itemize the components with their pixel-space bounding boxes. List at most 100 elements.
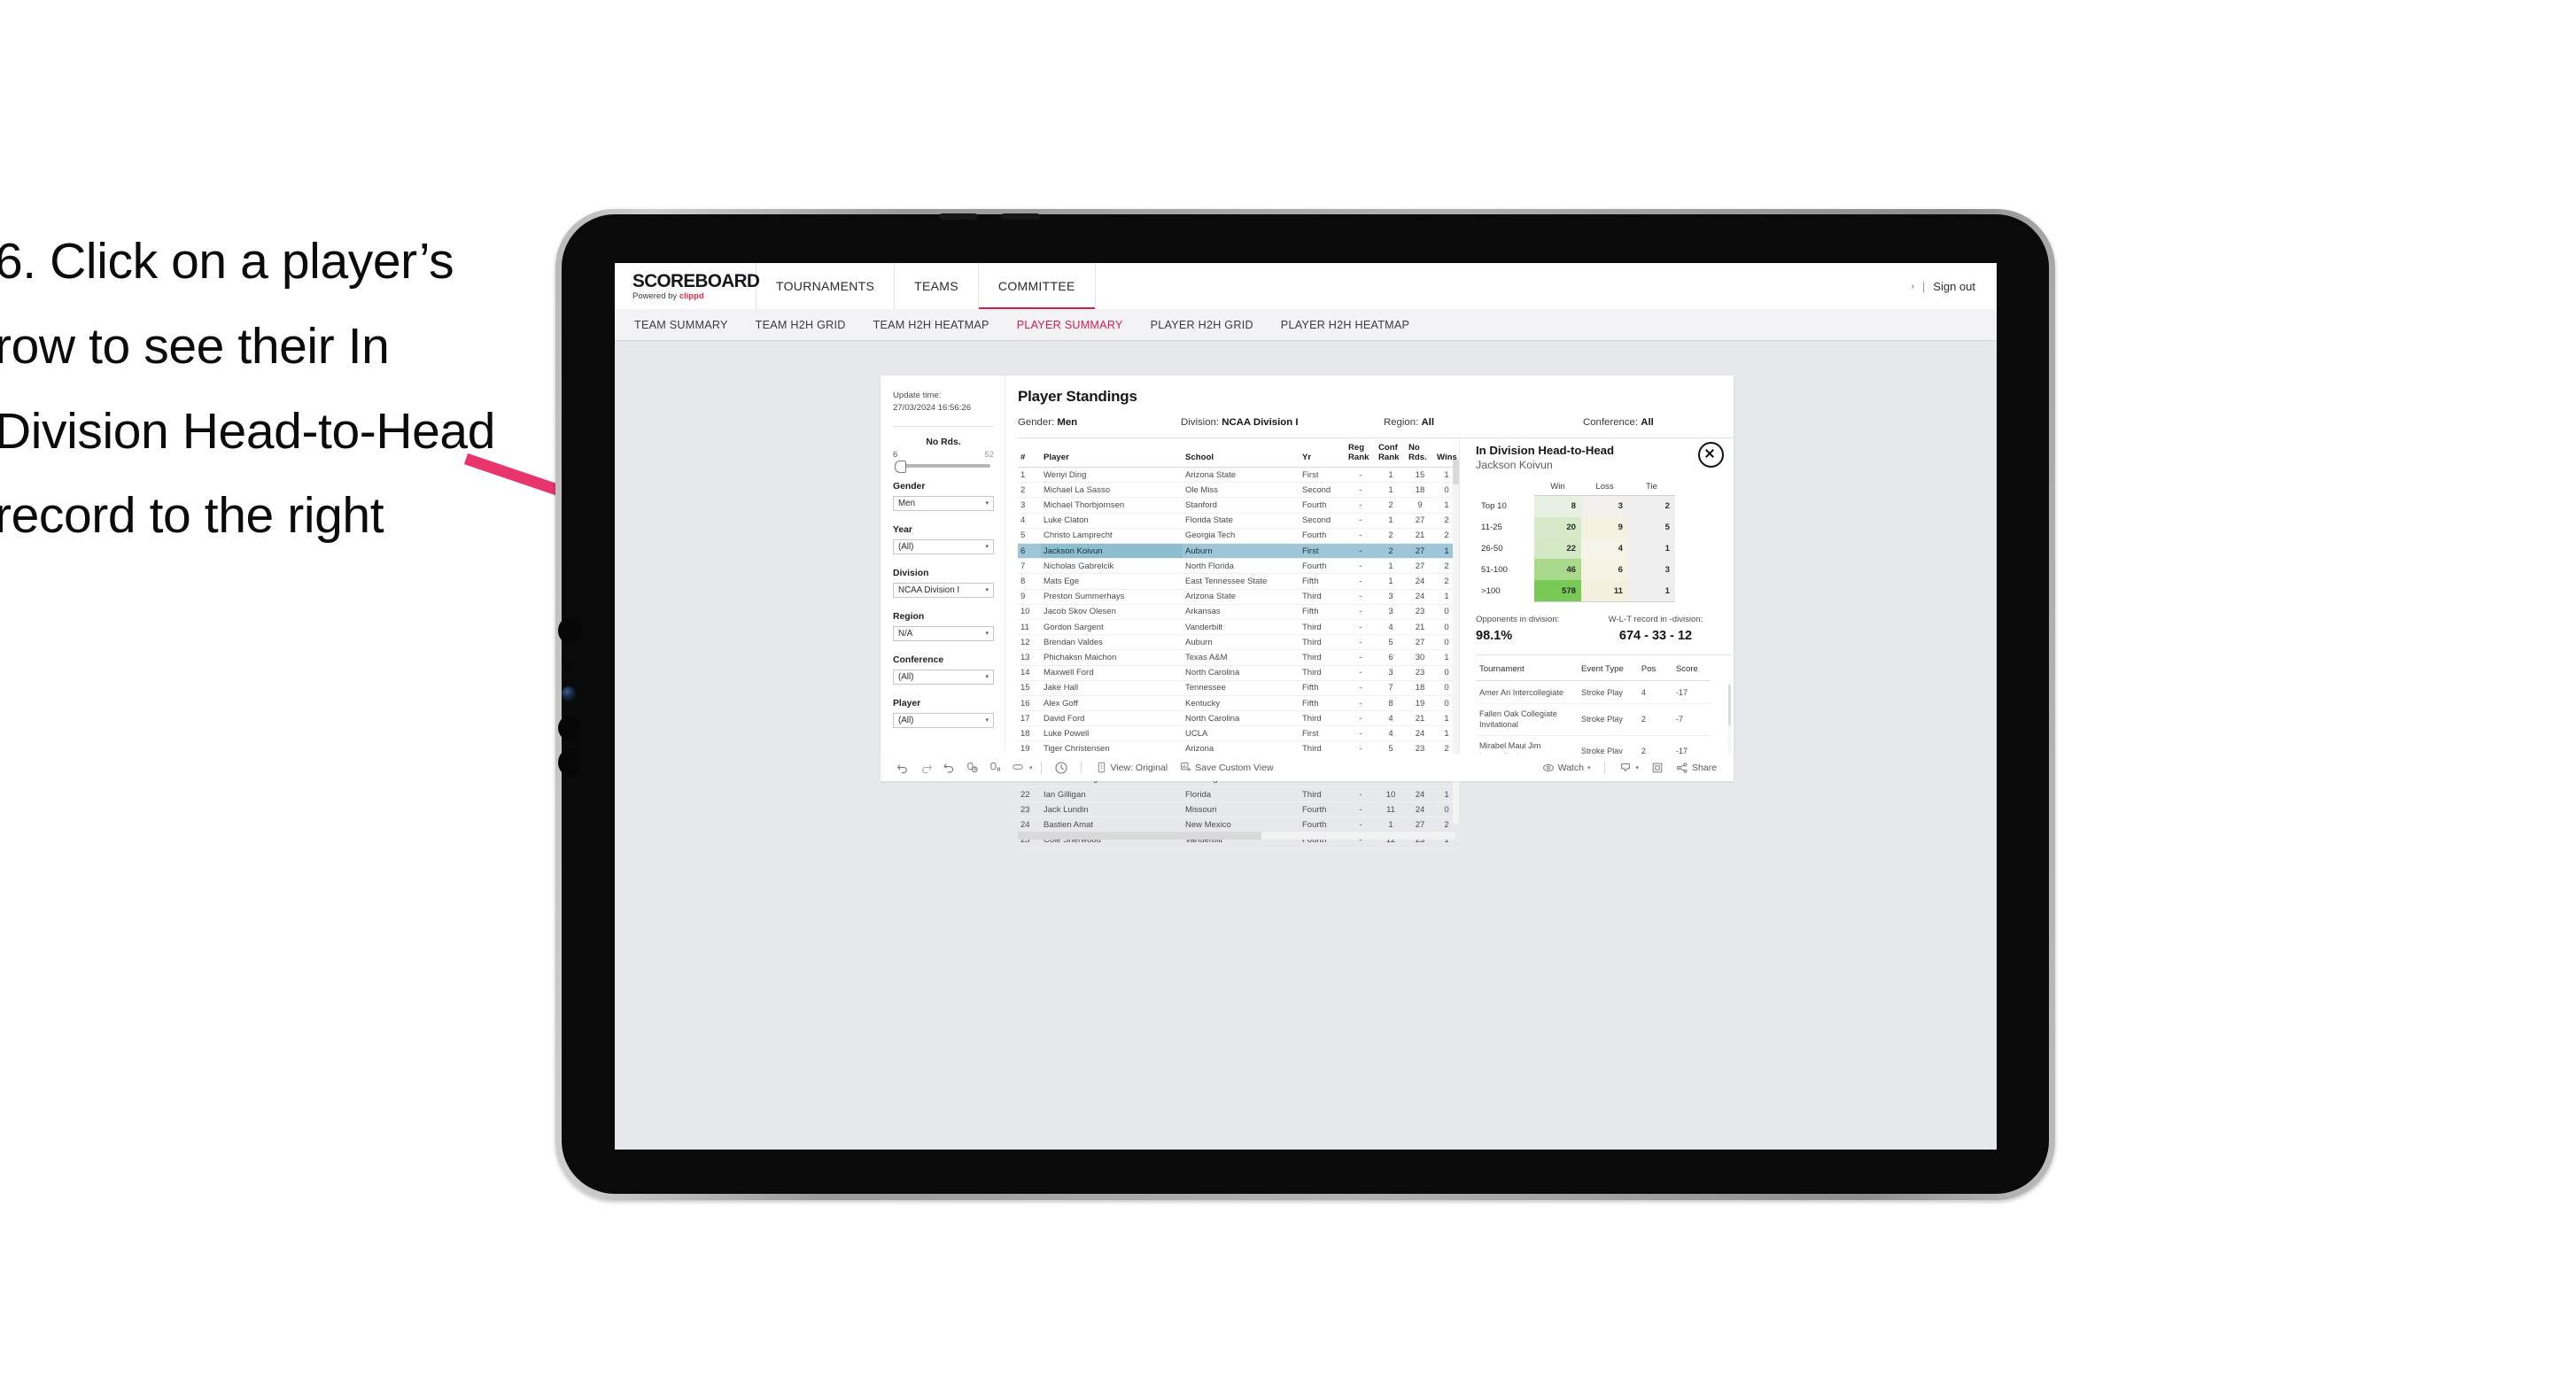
watch-button[interactable]: Watch ▾ [1536,762,1597,774]
download-button[interactable]: ▾ [1613,762,1645,774]
table-row[interactable]: 23 Jack Lundin Missouri Fourth -11 24 0 [1018,801,1459,818]
no-rounds-slider-track[interactable] [895,460,990,473]
table-row[interactable]: 12 Brendan Valdes Auburn Third -5 27 0 [1018,634,1459,651]
h2h-row: 51-100 46 6 3 [1476,559,1675,581]
col-player[interactable]: Player [1041,438,1183,468]
col-year[interactable]: Yr [1300,438,1346,468]
sign-out-link[interactable]: Sign out [1933,280,1975,293]
rank-cell: 23 [1018,801,1041,818]
player-table-vscrollbar-thumb[interactable] [1453,460,1459,484]
refresh-data-icon[interactable] [960,756,983,779]
tablet-button[interactable] [558,716,581,740]
undo-icon[interactable] [891,756,914,779]
close-icon[interactable] [1698,442,1724,468]
slider-max-value: 52 [984,449,994,460]
col-rank[interactable]: # [1018,438,1041,468]
table-row[interactable]: 22 Ian Gilligan Florida Third -10 24 1 [1018,786,1459,803]
nav-tab-committee[interactable]: COMMITTEE [978,263,1096,310]
h2h-row: Top 10 8 3 2 [1476,495,1675,517]
tablet-button[interactable] [558,749,581,776]
table-row[interactable]: 1 Wenyi Ding Arizona State First -1 15 1 [1018,467,1459,484]
table-row[interactable]: 7 Nicholas Gabrelcik North Florida Fourth -1… [1018,558,1459,575]
year-select[interactable]: (All) ▾ [893,538,994,554]
sub-tab-player-h2h-grid[interactable]: PLAYER H2H GRID [1151,319,1253,331]
tablet-button[interactable] [565,662,572,670]
filter-label: Player [893,698,921,708]
update-time-block: Update time: 27/03/2024 16:56:26 [893,390,994,414]
chevron-down-icon[interactable]: ▾ [1587,764,1591,771]
nav-tab-teams[interactable]: TEAMS [895,263,979,309]
table-row[interactable]: 13 Phichaksn Maichon Texas A&M Third -6 30 1 [1018,649,1459,666]
sub-tab-team-summary[interactable]: TEAM SUMMARY [634,319,728,331]
player-name-cell: Alex Goff [1041,695,1183,712]
player-select[interactable]: (All) ▾ [893,712,994,728]
revert-icon[interactable] [937,756,960,779]
table-row[interactable]: 5 Christo Lamprecht Georgia Tech Fourth -2 21… [1018,528,1459,545]
table-row[interactable]: 14 Maxwell Ford North Carolina Third -3 23 0 [1018,665,1459,681]
summary-label: Division: [1181,417,1222,428]
player-table-hscrollbar-thumb[interactable] [1018,831,1261,840]
table-row[interactable]: 2 Michael La Sasso Ole Miss Second -1 18 0 [1018,482,1459,499]
highlight-icon[interactable] [1006,756,1029,779]
school-cell: East Tennessee State [1183,573,1300,590]
division-select[interactable]: NCAA Division I ▾ [893,582,994,598]
table-row[interactable]: 16 Alex Goff Kentucky Fifth -8 19 0 [1018,695,1459,712]
logo-wordmark: SCOREBOARD [632,269,760,291]
table-row[interactable]: 24 Bastien Amat New Mexico Fourth -1 27 2 [1018,817,1459,833]
col-school[interactable]: School [1183,438,1300,468]
tablet-button[interactable] [558,617,581,644]
reg-rank-cell: - [1346,604,1376,620]
app-logo[interactable]: SCOREBOARD Powered by clippd [615,263,760,309]
table-row[interactable]: 17 David Ford North Carolina Third -4 21 1 [1018,710,1459,727]
school-cell: UCLA [1183,725,1300,742]
view-original-button[interactable]: View: Original [1090,762,1175,773]
table-row[interactable]: 11 Gordon Sargent Vanderbilt Third -4 21 0 [1018,619,1459,636]
table-row[interactable]: 18 Luke Powell UCLA First -4 24 1 [1018,725,1459,742]
tournament-row[interactable]: Fallen Oak Collegiate Invitational Stroke… [1476,703,1711,737]
pause-auto-update-icon[interactable] [983,756,1006,779]
sub-tab-player-summary[interactable]: PLAYER SUMMARY [1017,319,1123,331]
table-row[interactable]: 10 Jacob Skov Olesen Arkansas Fifth -3 23 0 [1018,604,1459,620]
tournament-row[interactable]: Amer Ari Intercollegiate Stroke Play 4 -17 [1476,682,1711,705]
table-row[interactable]: 9 Preston Summerhays Arizona State Third -3 2… [1018,589,1459,605]
fullscreen-button[interactable] [1645,762,1670,774]
sub-tab-team-h2h-heatmap[interactable]: TEAM H2H HEATMAP [873,319,989,331]
reg-rank-cell: - [1346,680,1376,696]
gender-select[interactable]: Men ▾ [893,495,994,511]
col-reg-rank[interactable]: Reg Rank [1346,438,1376,468]
col-conf-rank[interactable]: Conf Rank [1376,438,1406,468]
player-name-cell: Michael Thorbjornsen [1041,497,1183,514]
share-icon [1676,762,1688,774]
table-row[interactable]: 3 Michael Thorbjornsen Stanford Fourth -2 9 1 [1018,497,1459,514]
pause-clock-icon[interactable] [1050,756,1073,779]
save-custom-view-button[interactable]: Save Custom View [1174,762,1280,773]
school-cell: Arizona State [1183,467,1300,484]
select-value: N/A [898,628,913,639]
table-row[interactable]: 8 Mats Ege East Tennessee State Fifth -1 24 2 [1018,573,1459,590]
chevron-down-icon[interactable]: ▾ [1635,764,1639,771]
table-row[interactable]: 6 Jackson Koivun Auburn First -2 27 1 [1018,543,1459,560]
no-rounds-cell: 24 [1406,573,1434,590]
no-rounds-cell: 15 [1406,467,1434,484]
share-button[interactable]: Share [1670,762,1723,774]
eye-icon [1542,762,1555,774]
year-cell: Third [1300,589,1346,605]
region-select[interactable]: N/A ▾ [893,625,994,641]
nav-tab-tournaments[interactable]: TOURNAMENTS [757,263,896,309]
slider-handle[interactable] [895,460,906,473]
conference-select[interactable]: (All) ▾ [893,669,994,685]
sub-tab-team-h2h-grid[interactable]: TEAM H2H GRID [756,319,846,331]
sub-tab-player-h2h-heatmap[interactable]: PLAYER H2H HEATMAP [1281,319,1409,331]
chevron-down-icon[interactable]: ▾ [1029,764,1033,771]
summary-label: Gender: [1018,417,1058,428]
position-cell: 2 [1637,703,1672,737]
tournament-vscrollbar-thumb[interactable] [1728,684,1731,725]
player-name-cell: Michael La Sasso [1041,482,1183,499]
redo-icon[interactable] [914,756,937,779]
h2h-loss-cell: 3 [1581,495,1628,517]
year-cell: First [1300,543,1346,560]
table-row[interactable]: 4 Luke Claton Florida State Second -1 27 2 [1018,513,1459,529]
col-no-rounds[interactable]: No Rds. [1406,438,1434,468]
table-row[interactable]: 15 Jake Hall Tennessee Fifth -7 18 0 [1018,680,1459,696]
player-table-hscrollbar-track[interactable] [1018,831,1455,840]
